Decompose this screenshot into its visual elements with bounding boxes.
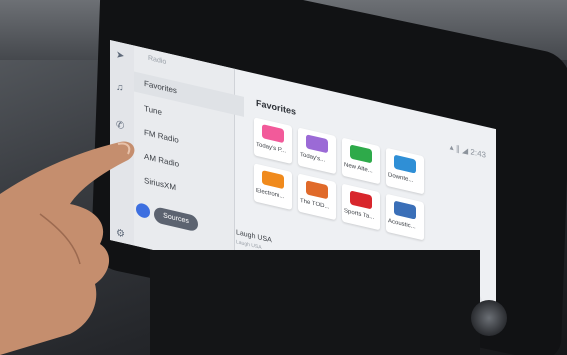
menu-item-tune[interactable]: Tune [144,104,162,117]
station-logo [394,154,416,174]
station-name: Sports Ta... [344,208,375,222]
station-tile[interactable]: Today's... [298,127,336,175]
station-logo [262,124,284,144]
center-console-controls [150,250,480,355]
clock: 2:43 [470,147,486,160]
station-tile[interactable]: Today's P... [254,117,292,165]
station-logo [306,134,328,154]
station-name: Downte... [388,172,414,185]
station-name: Electroni... [256,187,285,201]
phone-icon[interactable]: ✆ [116,119,124,132]
station-name: Acoustic... [388,218,416,231]
navigation-icon[interactable]: ➤ [116,49,124,62]
station-logo [306,180,328,200]
music-icon[interactable]: ♫ [116,81,124,94]
station-logo [262,170,284,190]
station-logo [350,144,372,164]
station-name: The TOD... [300,197,330,211]
station-logo [394,200,416,220]
station-tile[interactable]: Downte... [386,147,424,195]
signal-icon: ▴ ∥ ◢ [449,142,469,156]
station-logo [350,190,372,210]
station-tile[interactable]: Electroni... [254,163,292,211]
station-name: New Alte... [344,162,373,175]
station-name: Today's P... [256,141,287,155]
station-tile[interactable]: Acoustic... [386,193,424,241]
photo-scene: ➤ ♫ ✆ ⚙ Radio Favorites Tune FM Radio AM… [0,0,567,355]
menu-title: Radio [148,54,167,66]
station-tile[interactable]: The TOD... [298,173,336,221]
station-tile[interactable]: New Alte... [342,137,380,185]
sources-button[interactable]: Sources [154,206,198,233]
hand-image [0,141,135,355]
volume-knob [471,300,507,336]
station-tile[interactable]: Sports Ta... [342,183,380,231]
status-bar: ▴ ∥ ◢ 2:43 [450,142,486,159]
station-name: Today's... [300,151,326,164]
page-title: Favorites [256,97,297,117]
